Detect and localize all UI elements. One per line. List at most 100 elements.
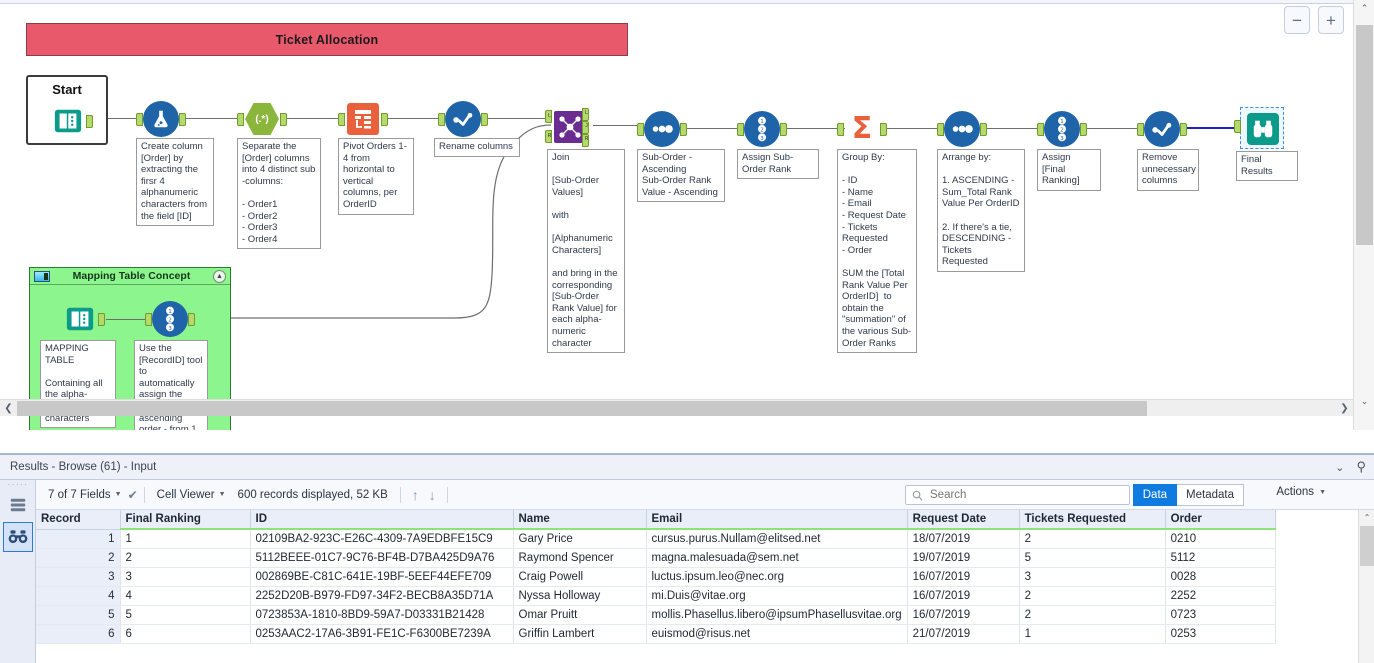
tool-join[interactable]: L R L J R <box>545 108 589 147</box>
table-row[interactable]: 1 1 02109BA2-923C-E26C-4309-7A9EDBFE15C9… <box>36 529 1276 549</box>
tab-metadata[interactable]: Metadata <box>1177 484 1244 506</box>
output-anchor[interactable] <box>680 123 687 136</box>
output-anchor[interactable] <box>179 113 186 126</box>
tool-regex[interactable]: (.*) <box>237 100 287 138</box>
table-row[interactable]: 5 5 0723853A-1810-8BD9-59A7-D03331B21428… <box>36 605 1276 625</box>
table-row[interactable]: 4 4 2252D20B-B979-FD97-34F2-BECB8A35D71A… <box>36 586 1276 606</box>
column-header-tickets-requested[interactable]: Tickets Requested <box>1019 510 1166 530</box>
table-header-row: Record Final Ranking ID Name Email Reque… <box>36 510 1276 530</box>
svg-text:3: 3 <box>760 136 764 142</box>
chevron-down-icon[interactable]: ▼ <box>219 491 226 498</box>
output-anchor[interactable] <box>381 113 388 126</box>
output-anchor[interactable] <box>481 113 488 126</box>
column-header-id[interactable]: ID <box>250 510 514 530</box>
actions-menu[interactable]: Actions ▼ <box>1276 486 1326 498</box>
results-table: Record Final Ranking ID Name Email Reque… <box>36 510 1276 644</box>
grid-scroll-up-arrow[interactable]: ⌃ <box>1359 510 1374 524</box>
tool-record-id-2[interactable]: 1 2 3 <box>1037 110 1087 148</box>
tool-mapping-record-id[interactable]: 1 2 3 <box>145 300 195 338</box>
output-anchor[interactable] <box>98 313 105 326</box>
output-anchor-r[interactable]: R <box>582 134 589 147</box>
cell-tickets-requested: 2 <box>1019 529 1166 549</box>
canvas-horizontal-scrollbar[interactable]: ❮ ❯ <box>0 399 1353 416</box>
annotation-record-id-1: Assign Sub-Order Rank <box>737 149 819 180</box>
table-row[interactable]: 2 2 5112BEEE-01C7-9C76-BF4B-D7BA425D9A76… <box>36 548 1276 568</box>
checkmark-icon[interactable]: ✔ <box>128 488 138 502</box>
chevron-down-icon[interactable]: ▼ <box>115 491 122 498</box>
cell-email: mollis.Phasellus.libero@ipsumPhasellusvi… <box>646 605 908 625</box>
output-anchor[interactable] <box>780 123 787 136</box>
output-anchor[interactable] <box>980 123 987 136</box>
input-anchor[interactable] <box>1234 120 1241 133</box>
search-input[interactable] <box>928 488 1118 502</box>
toolbar-divider <box>399 486 401 503</box>
tool-select[interactable] <box>438 100 488 138</box>
grid-scroll-thumb[interactable] <box>1360 526 1374 566</box>
results-title-actions: ⌄ ⚲ <box>1335 455 1366 479</box>
vertical-scroll-thumb[interactable] <box>1356 25 1373 245</box>
canvas-vertical-scrollbar[interactable]: ⌃ ⌄ <box>1353 0 1374 430</box>
output-anchor[interactable] <box>280 113 287 126</box>
output-anchor[interactable] <box>188 313 195 326</box>
cell-id: 2252D20B-B979-FD97-34F2-BECB8A35D71A <box>250 586 514 606</box>
scroll-left-arrow[interactable]: ❮ <box>0 400 17 417</box>
chevron-down-icon[interactable]: ⌄ <box>1335 461 1344 474</box>
output-anchor[interactable] <box>1080 123 1087 136</box>
tab-data[interactable]: Data <box>1132 484 1178 506</box>
tool-select-2[interactable] <box>1137 110 1187 148</box>
cell-email: mi.Duis@vitae.org <box>646 586 908 606</box>
workflow-canvas[interactable]: Ticket Allocation Start Create column [O… <box>0 5 1353 430</box>
scroll-down-arrow[interactable]: ⌄ <box>1354 393 1374 410</box>
column-header-request-date[interactable]: Request Date <box>907 510 1020 530</box>
tool-browse[interactable] <box>1234 107 1284 149</box>
cell-name: Nyssa Holloway <box>513 586 647 606</box>
tool-summarize[interactable]: Σ <box>837 110 887 148</box>
output-anchor[interactable] <box>880 123 887 136</box>
scroll-right-arrow[interactable]: ❯ <box>1336 400 1353 417</box>
cell-tickets-requested: 2 <box>1019 586 1166 606</box>
grid-vertical-scrollbar[interactable]: ⌃ <box>1358 510 1374 663</box>
zoom-out-button[interactable]: − <box>1284 6 1310 34</box>
cell-order: 0028 <box>1165 567 1276 587</box>
tool-record-id-1[interactable]: 1 2 3 <box>737 110 787 148</box>
results-side-rail: ····· <box>0 480 36 663</box>
column-header-email[interactable]: Email <box>646 510 908 530</box>
search-field[interactable] <box>905 485 1130 505</box>
column-header-name[interactable]: Name <box>513 510 647 530</box>
output-anchor[interactable] <box>1180 123 1187 136</box>
results-grid[interactable]: Record Final Ranking ID Name Email Reque… <box>36 510 1358 663</box>
rail-button-all-messages[interactable] <box>3 490 33 520</box>
previous-record-button[interactable]: ↑ <box>407 487 424 503</box>
cell-viewer-selector[interactable]: Cell Viewer ▼ <box>151 489 232 501</box>
container-collapse-button[interactable]: ▲ <box>213 269 226 283</box>
column-header-order[interactable]: Order <box>1165 510 1276 530</box>
column-header-final-ranking[interactable]: Final Ranking <box>120 510 251 530</box>
horizontal-scroll-thumb[interactable] <box>17 401 1147 416</box>
output-anchor[interactable] <box>86 115 93 128</box>
tool-transpose[interactable] <box>338 100 388 138</box>
svg-text:1: 1 <box>1060 119 1064 125</box>
cell-final-ranking: 6 <box>120 624 251 644</box>
cell-id: 0253AAC2-17A6-3B91-FE1C-F6300BE7239A <box>250 624 514 644</box>
cell-id: 002869BE-C81C-641E-19BF-5EEF44EFE709 <box>250 567 514 587</box>
tool-input-data[interactable] <box>49 102 93 140</box>
table-row[interactable]: 6 6 0253AAC2-17A6-3B91-FE1C-F6300BE7239A… <box>36 624 1276 644</box>
connector-wire <box>685 128 745 129</box>
pin-icon[interactable]: ⚲ <box>1356 459 1366 475</box>
tool-sort-2[interactable] <box>937 110 987 148</box>
tool-mapping-input[interactable] <box>61 300 105 338</box>
svg-text:2: 2 <box>168 317 172 323</box>
chevron-down-icon[interactable]: ▼ <box>1319 489 1326 496</box>
fields-selector[interactable]: 7 of 7 Fields ▼ <box>42 489 128 501</box>
next-record-button[interactable]: ↓ <box>424 487 441 503</box>
zoom-in-button[interactable]: + <box>1318 6 1344 34</box>
record-id-icon: 1 2 3 <box>151 300 189 338</box>
table-row[interactable]: 3 3 002869BE-C81C-641E-19BF-5EEF44EFE709… <box>36 567 1276 587</box>
cell-order: 0253 <box>1165 624 1276 644</box>
tool-sort-1[interactable] <box>637 110 687 148</box>
tool-formula[interactable] <box>136 100 186 138</box>
scroll-up-arrow[interactable]: ⌃ <box>1354 0 1374 17</box>
cell-final-ranking: 3 <box>120 567 251 587</box>
rail-button-browse[interactable] <box>2 522 33 552</box>
column-header-record[interactable]: Record <box>36 510 121 530</box>
